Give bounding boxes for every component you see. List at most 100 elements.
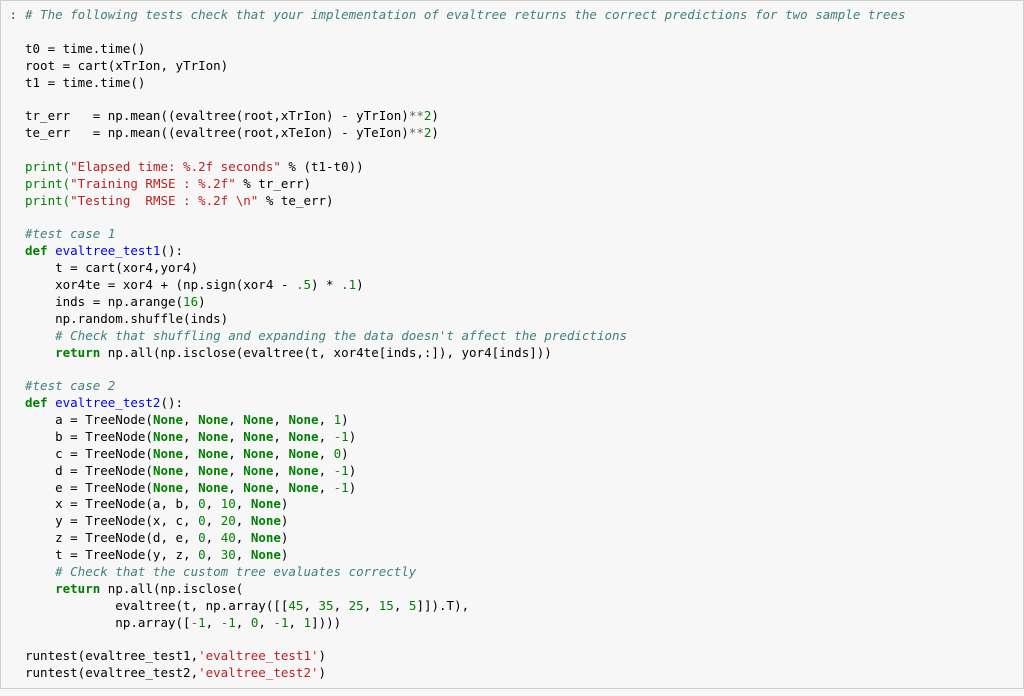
number: 1	[341, 429, 349, 444]
string: "Elapsed time: %.2f seconds"	[70, 159, 281, 174]
operator: -	[273, 615, 281, 630]
sep: ,	[303, 598, 318, 613]
code-text: )	[281, 547, 289, 562]
sep: ,	[258, 615, 273, 630]
code-text: )	[281, 530, 289, 545]
operator: **	[409, 125, 424, 140]
string: "Testing RMSE : %.2f \n"	[70, 193, 258, 208]
sep: ,	[183, 446, 198, 461]
sep: ,	[288, 615, 303, 630]
sep: ,	[319, 480, 334, 495]
none-kw: None	[153, 429, 183, 444]
none-kw: None	[243, 429, 273, 444]
sep: ,	[319, 429, 334, 444]
code-text: b = TreeNode(	[25, 429, 153, 444]
code-text: a = TreeNode(	[25, 412, 153, 427]
code-text: )	[341, 446, 349, 461]
comment: # Check that the custom tree evaluates c…	[25, 564, 416, 579]
builtin: print(	[25, 159, 70, 174]
number: 16	[183, 294, 198, 309]
number: 30	[221, 547, 236, 562]
number: 1	[228, 615, 236, 630]
builtin: print(	[25, 193, 70, 208]
number: 1	[198, 615, 206, 630]
code-line: t1 = time.time()	[25, 75, 145, 90]
sep: ,	[319, 412, 334, 427]
none-kw: None	[198, 412, 228, 427]
sep: ,	[236, 530, 251, 545]
comment: #test case 2	[25, 378, 115, 393]
sep: ,	[273, 429, 288, 444]
operator: **	[409, 108, 424, 123]
code-text: z = TreeNode(d, e,	[25, 530, 198, 545]
none-kw: None	[198, 480, 228, 495]
sep: ,	[273, 412, 288, 427]
code-line: te_err = np.mean((evaltree(root,xTeIon) …	[25, 125, 409, 140]
sep: ,	[206, 547, 221, 562]
none-kw: None	[288, 480, 318, 495]
code-text: runtest(evaltree_test1,	[25, 648, 198, 663]
sep: ,	[206, 530, 221, 545]
none-kw: None	[243, 463, 273, 478]
none-kw: None	[288, 412, 318, 427]
code-line: np.random.shuffle(inds)	[25, 311, 228, 326]
code-text: c = TreeNode(	[25, 446, 153, 461]
code-line: tr_err = np.mean((evaltree(root,xTrIon) …	[25, 108, 409, 123]
none-kw: None	[288, 429, 318, 444]
code-text: np.all(np.isclose(evaltree(t, xor4te[ind…	[100, 345, 552, 360]
none-kw: None	[251, 496, 281, 511]
keyword: return	[25, 345, 100, 360]
sep: ,	[364, 598, 379, 613]
sep: ,	[319, 446, 334, 461]
sep: ,	[273, 480, 288, 495]
none-kw: None	[288, 463, 318, 478]
code-text: np.array([	[25, 615, 191, 630]
none-kw: None	[198, 429, 228, 444]
code-text: )	[349, 480, 357, 495]
code-text: t = TreeNode(y, z,	[25, 547, 198, 562]
none-kw: None	[153, 446, 183, 461]
sep: ,	[228, 463, 243, 478]
code-text: inds = np.arange(	[25, 294, 183, 309]
none-kw: None	[251, 513, 281, 528]
code-line: t = cart(xor4,yor4)	[25, 260, 198, 275]
sep: ,	[236, 513, 251, 528]
code-line: t0 = time.time()	[25, 41, 145, 56]
none-kw: None	[153, 412, 183, 427]
code-text: ():	[160, 395, 183, 410]
code-cell: : # The following tests check that your …	[0, 0, 1024, 689]
number: 35	[319, 598, 334, 613]
code-text: )	[356, 277, 364, 292]
func-name: evaltree_test1	[48, 243, 161, 258]
number: 45	[288, 598, 303, 613]
sep: ,	[228, 429, 243, 444]
builtin: print(	[25, 176, 70, 191]
number: 0	[198, 513, 206, 528]
code-area[interactable]: # The following tests check that your im…	[19, 1, 1023, 688]
string: 'evaltree_test2'	[198, 665, 318, 680]
code-text: )	[431, 108, 439, 123]
code-text: % tr_err)	[236, 176, 311, 191]
none-kw: None	[198, 446, 228, 461]
code-text: runtest(evaltree_test2,	[25, 665, 198, 680]
number: 0	[198, 547, 206, 562]
number: .5	[296, 277, 311, 292]
keyword: def	[25, 395, 48, 410]
sep: ,	[228, 412, 243, 427]
sep: ,	[236, 615, 251, 630]
number: 25	[349, 598, 364, 613]
string: "Training RMSE : %.2f"	[70, 176, 236, 191]
code-text: )	[319, 648, 327, 663]
none-kw: None	[243, 446, 273, 461]
operator: -	[191, 615, 199, 630]
sep: ,	[273, 463, 288, 478]
none-kw: None	[153, 463, 183, 478]
none-kw: None	[153, 480, 183, 495]
code-text: )	[319, 665, 327, 680]
sep: ,	[273, 446, 288, 461]
code-text: )	[431, 125, 439, 140]
sep: ,	[206, 513, 221, 528]
sep: ,	[183, 412, 198, 427]
number: 15	[379, 598, 394, 613]
number: 0	[198, 530, 206, 545]
